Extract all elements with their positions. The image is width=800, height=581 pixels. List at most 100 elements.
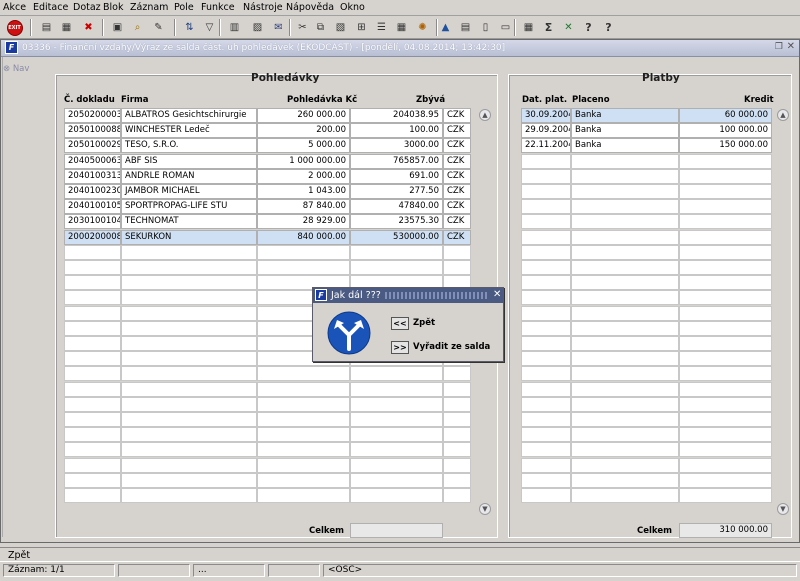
pohledavky-empty-cell[interactable] (121, 336, 257, 351)
pohledavky-empty-cell[interactable] (443, 472, 471, 488)
edit-icon[interactable]: ✎ (150, 19, 167, 36)
menu-2[interactable]: Dotaz (73, 2, 101, 13)
platby-empty-cell[interactable] (521, 275, 571, 291)
find-icon[interactable]: ⌕ (129, 19, 146, 36)
platby-empty-cell[interactable] (571, 427, 679, 443)
pohledavky-empty-cell[interactable] (64, 305, 121, 321)
platby-cell-placeno[interactable]: Banka (571, 138, 679, 154)
pohledavky-empty-cell[interactable] (64, 488, 121, 503)
pohledavky-cell-pohledavka[interactable]: 28 929.00 (257, 214, 350, 230)
pohledavky-cell-firma[interactable]: TECHNOMAT (121, 214, 257, 230)
pohledavky-empty-cell[interactable] (64, 457, 121, 473)
pohledavky-cell-firma[interactable]: SEKURKON (121, 229, 257, 245)
exit-icon[interactable]: EXIT (6, 19, 23, 36)
pohledavky-cell-doklad[interactable]: 2040500063 (64, 153, 121, 169)
sort-icon[interactable]: ⇅ (181, 19, 198, 36)
pohledavky-cell-firma[interactable]: SPORTPROPAG-LIFE STU (121, 199, 257, 215)
platby-empty-cell[interactable] (679, 366, 772, 382)
new-document-icon[interactable]: ▭ (497, 19, 514, 36)
menu-1[interactable]: Editace (33, 2, 68, 13)
scroll-up-icon[interactable]: ▲ (479, 109, 491, 121)
pohledavky-cell-mena[interactable]: CZK (443, 184, 471, 199)
pohledavky-cell-zbyva[interactable]: 47840.00 (350, 199, 443, 215)
platby-empty-cell[interactable] (679, 396, 772, 412)
platby-empty-cell[interactable] (521, 168, 571, 184)
dialog-close-icon[interactable]: ✕ (493, 289, 501, 300)
pohledavky-empty-cell[interactable] (443, 381, 471, 397)
platby-empty-cell[interactable] (571, 457, 679, 473)
vyradit-button[interactable]: >> (391, 341, 409, 354)
pohledavky-cell-pohledavka[interactable]: 1 043.00 (257, 184, 350, 199)
pohledavky-empty-cell[interactable] (350, 260, 443, 275)
platby-empty-cell[interactable] (571, 381, 679, 397)
pohledavky-cell-pohledavka[interactable]: 260 000.00 (257, 108, 350, 123)
pohledavky-cell-firma[interactable]: TESO, S.R.O. (121, 138, 257, 154)
platby-empty-cell[interactable] (571, 214, 679, 230)
pohledavky-empty-cell[interactable] (257, 366, 350, 382)
platby-empty-cell[interactable] (571, 199, 679, 215)
sum-icon[interactable]: Σ (540, 19, 557, 36)
platby-empty-cell[interactable] (679, 184, 772, 199)
pohledavky-cell-doklad[interactable]: 2050100088 (64, 123, 121, 139)
pohledavky-empty-cell[interactable] (350, 488, 443, 503)
platby-empty-cell[interactable] (571, 260, 679, 275)
pohledavky-empty-cell[interactable] (257, 442, 350, 458)
platby-empty-cell[interactable] (521, 184, 571, 199)
platby-empty-cell[interactable] (679, 244, 772, 260)
pohledavky-empty-cell[interactable] (257, 396, 350, 412)
close-icon[interactable]: ✕ (787, 41, 795, 52)
platby-empty-cell[interactable] (521, 290, 571, 306)
platby-empty-cell[interactable] (679, 260, 772, 275)
platby-empty-cell[interactable] (679, 488, 772, 503)
restore-icon[interactable]: ❐ (775, 42, 783, 52)
pohledavky-cell-doklad[interactable]: 2040100105 (64, 199, 121, 215)
platby-empty-cell[interactable] (521, 488, 571, 503)
pohledavky-empty-cell[interactable] (64, 351, 121, 367)
pohledavky-cell-mena[interactable]: CZK (443, 168, 471, 184)
cut-icon[interactable]: ✂ (294, 19, 311, 36)
platby-cell-datum[interactable]: 29.09.2004 (521, 123, 571, 139)
menu-4[interactable]: Záznam (130, 2, 168, 13)
menu-7[interactable]: Nástroje (243, 2, 283, 13)
platby-empty-cell[interactable] (679, 472, 772, 488)
chart-icon[interactable]: ▲ (437, 19, 454, 36)
platby-empty-cell[interactable] (571, 244, 679, 260)
platby-empty-cell[interactable] (521, 153, 571, 169)
report-icon[interactable]: ▤ (457, 19, 474, 36)
pohledavky-cell-zbyva[interactable]: 277.50 (350, 184, 443, 199)
pohledavky-cell-pohledavka[interactable]: 840 000.00 (257, 229, 350, 245)
platby-empty-cell[interactable] (571, 290, 679, 306)
platby-empty-cell[interactable] (521, 472, 571, 488)
pohledavky-empty-cell[interactable] (257, 244, 350, 260)
pohledavky-empty-cell[interactable] (443, 442, 471, 458)
pohledavky-empty-cell[interactable] (443, 457, 471, 473)
pohledavky-cell-pohledavka[interactable]: 200.00 (257, 123, 350, 139)
platby-empty-cell[interactable] (571, 153, 679, 169)
open-folder-icon[interactable]: ▣ (109, 19, 126, 36)
platby-cell-kredit[interactable]: 100 000.00 (679, 123, 772, 139)
platby-empty-cell[interactable] (679, 305, 772, 321)
platby-empty-cell[interactable] (571, 229, 679, 245)
pohledavky-cell-doklad[interactable]: 2040100230 (64, 184, 121, 199)
pohledavky-empty-cell[interactable] (257, 457, 350, 473)
platby-empty-cell[interactable] (521, 336, 571, 351)
zpet-button[interactable]: << (391, 317, 409, 330)
pohledavky-empty-cell[interactable] (121, 457, 257, 473)
print-icon[interactable]: ▥ (226, 19, 243, 36)
pohledavky-cell-pohledavka[interactable]: 1 000 000.00 (257, 153, 350, 169)
pohledavky-cell-pohledavka[interactable]: 2 000.00 (257, 168, 350, 184)
filter-icon[interactable]: ▽ (201, 19, 218, 36)
pohledavky-cell-firma[interactable]: ANDRLE ROMAN (121, 168, 257, 184)
platby-empty-cell[interactable] (679, 153, 772, 169)
pohledavky-empty-cell[interactable] (443, 260, 471, 275)
pohledavky-cell-mena[interactable]: CZK (443, 229, 471, 245)
platby-empty-cell[interactable] (521, 199, 571, 215)
platby-empty-cell[interactable] (679, 442, 772, 458)
platby-cell-kredit[interactable]: 60 000.00 (679, 108, 772, 123)
platby-empty-cell[interactable] (521, 244, 571, 260)
pohledavky-empty-cell[interactable] (121, 472, 257, 488)
pohledavky-empty-cell[interactable] (350, 457, 443, 473)
calendar-icon[interactable]: ▦ (393, 19, 410, 36)
pohledavky-cell-mena[interactable]: CZK (443, 108, 471, 123)
pohledavky-empty-cell[interactable] (64, 412, 121, 427)
